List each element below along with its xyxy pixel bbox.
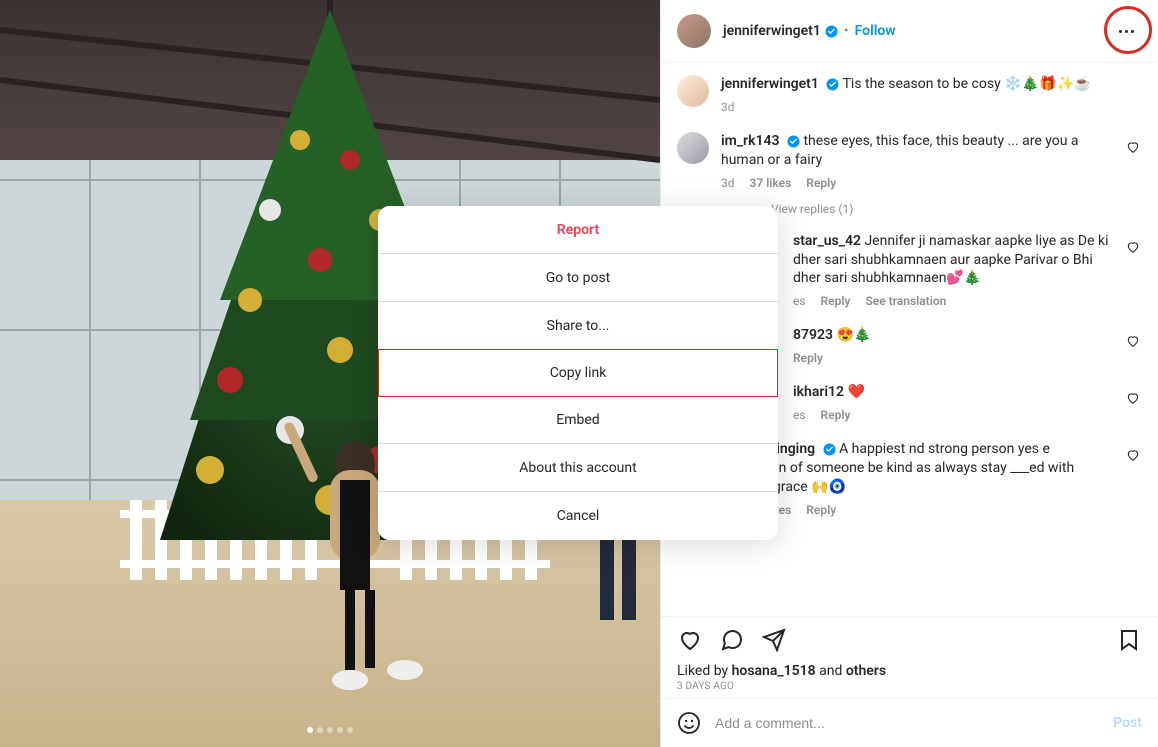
reply-button[interactable]: Reply <box>806 176 836 190</box>
comment-username[interactable]: 87923 <box>793 327 833 343</box>
reply-button[interactable]: Reply <box>806 503 836 517</box>
caption-username[interactable]: jenniferwinget1 <box>721 76 819 92</box>
save-button[interactable] <box>1116 627 1142 653</box>
post-header: jenniferwinget1 • Follow <box>661 0 1158 63</box>
verified-icon <box>826 78 839 91</box>
comment-likes[interactable]: 37 likes <box>750 176 792 190</box>
comment-username[interactable]: ikhari12 <box>793 384 844 400</box>
view-replies-button[interactable]: View replies (1) <box>733 202 1142 216</box>
author-username[interactable]: jenniferwinget1 <box>723 23 821 39</box>
post-comment-button[interactable]: Post <box>1113 715 1142 731</box>
comment-row: im_rk143 these eyes, this face, this bea… <box>677 132 1142 190</box>
verified-icon <box>825 25 838 38</box>
caption-age: 3d <box>721 100 735 114</box>
like-comment-button[interactable] <box>1126 448 1142 464</box>
see-translation-button[interactable]: See translation <box>865 294 946 308</box>
like-comment-button[interactable] <box>1126 334 1142 350</box>
follow-button[interactable]: Follow <box>855 23 896 39</box>
caption-avatar[interactable] <box>677 75 709 107</box>
modal-cancel[interactable]: Cancel <box>378 492 778 540</box>
comment-input[interactable] <box>715 715 1099 731</box>
carousel-indicator <box>307 727 353 733</box>
likes-line[interactable]: Liked by hosana_1518 and others <box>677 663 1142 679</box>
options-modal: Report Go to post Share to... Copy link … <box>378 206 778 540</box>
actions-bar: Liked by hosana_1518 and others 3 days a… <box>661 616 1158 698</box>
comment-avatar[interactable] <box>677 132 709 164</box>
caption-text: Tis the season to be cosy ❄️🎄🎁✨☕ <box>843 76 1092 92</box>
modal-embed[interactable]: Embed <box>378 396 778 444</box>
modal-copy-link[interactable]: Copy link <box>378 349 778 397</box>
comment-button[interactable] <box>719 627 745 653</box>
comment-text: ❤️ <box>848 384 865 400</box>
meta-fragment: es <box>793 408 806 422</box>
share-button[interactable] <box>761 627 787 653</box>
more-options-button[interactable] <box>1106 11 1146 51</box>
modal-about-account[interactable]: About this account <box>378 444 778 492</box>
meta-fragment: es <box>793 294 806 308</box>
like-comment-button[interactable] <box>1126 140 1142 156</box>
reply-button[interactable]: Reply <box>793 351 823 365</box>
caption-entry: jenniferwinget1 Tis the season to be cos… <box>677 75 1142 114</box>
comment-username[interactable]: im_rk143 <box>721 133 779 149</box>
author-avatar[interactable] <box>677 14 711 48</box>
emoji-picker-button[interactable] <box>677 711 701 735</box>
add-comment-bar: Post <box>661 698 1158 747</box>
reply-button[interactable]: Reply <box>821 408 851 422</box>
modal-share-to[interactable]: Share to... <box>378 302 778 350</box>
modal-go-to-post[interactable]: Go to post <box>378 254 778 302</box>
more-icon <box>1119 30 1134 33</box>
comment-text: 😍🎄 <box>836 327 871 343</box>
reply-button[interactable]: Reply <box>821 294 851 308</box>
verified-icon <box>823 443 836 456</box>
verified-icon <box>787 135 800 148</box>
like-comment-button[interactable] <box>1126 240 1142 256</box>
like-comment-button[interactable] <box>1126 391 1142 407</box>
comment-username[interactable]: star_us_42 <box>793 233 861 249</box>
separator-dot: • <box>844 23 849 39</box>
modal-report[interactable]: Report <box>378 206 778 254</box>
post-timestamp: 3 days ago <box>677 681 1142 692</box>
comment-age: 3d <box>721 176 735 190</box>
like-button[interactable] <box>677 627 703 653</box>
